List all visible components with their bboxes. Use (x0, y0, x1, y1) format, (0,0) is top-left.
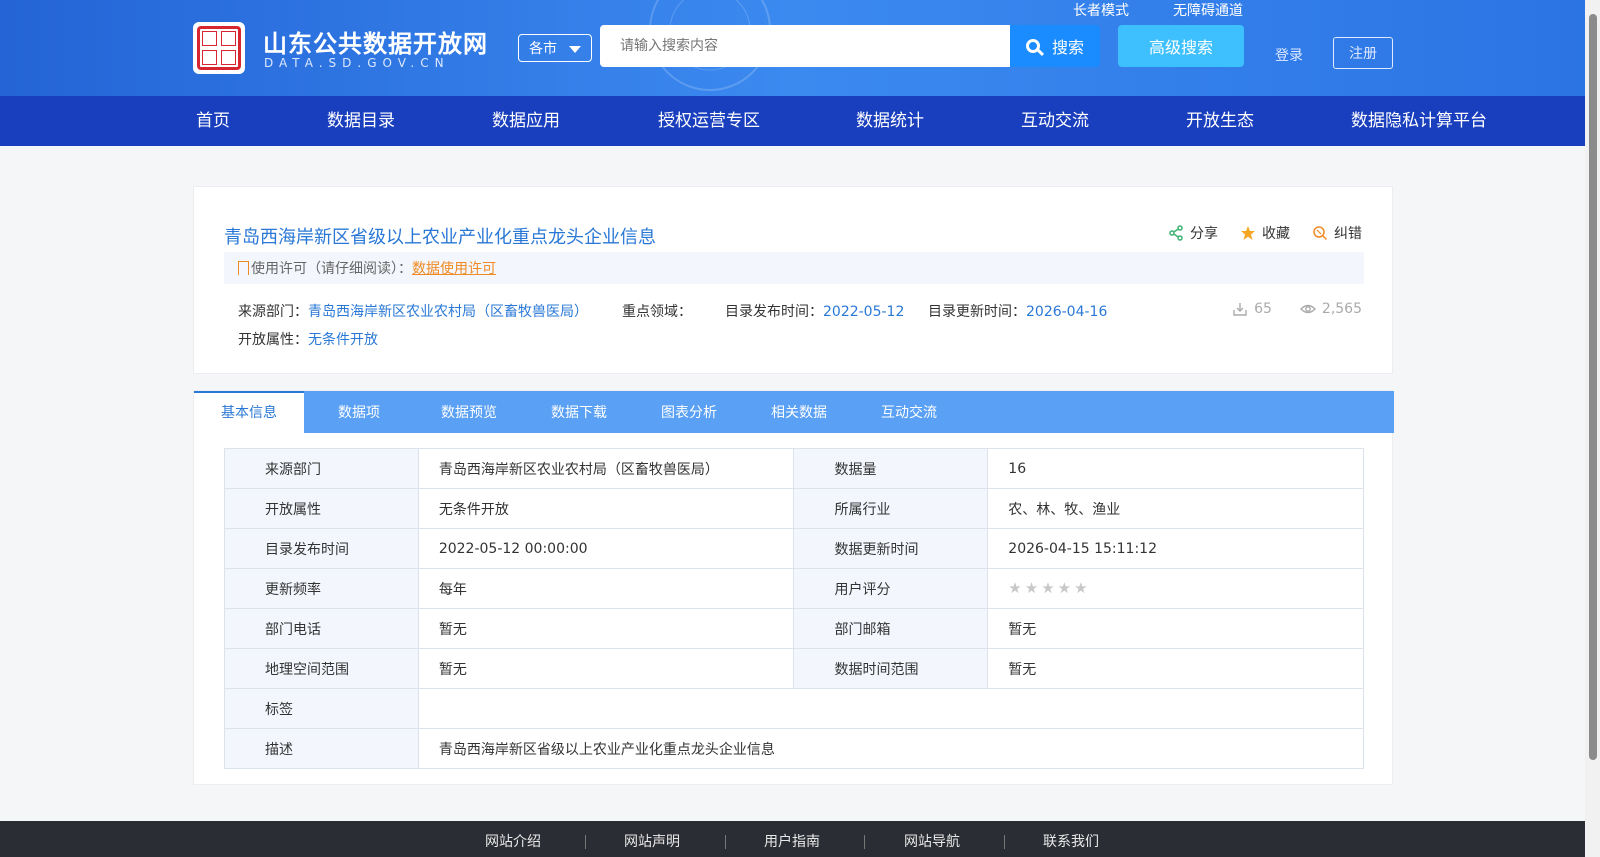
table-row: 地理空间范围 暂无 数据时间范围 暂无 (224, 648, 1364, 689)
nav-item-ecosystem[interactable]: 开放生态 (1186, 96, 1254, 146)
dataset-actions: 分享 收藏 纠错 (1168, 223, 1362, 243)
detail-tabs: 基本信息 数据项 数据预览 数据下载 图表分析 相关数据 互动交流 (194, 391, 1394, 433)
download-icon (1233, 303, 1247, 316)
tag-value (417, 688, 1365, 729)
main-nav: 首页 数据目录 数据应用 授权运营专区 数据统计 互动交流 开放生态 数据隐私计… (0, 96, 1585, 146)
dataset-detail-card: 基本信息 数据项 数据预览 数据下载 图表分析 相关数据 互动交流 来源部门 青… (193, 390, 1394, 785)
share-button[interactable]: 分享 (1168, 223, 1218, 243)
table-row: 开放属性 无条件开放 所属行业 农、林、牧、渔业 (224, 488, 1364, 529)
accessibility-link[interactable]: 无障碍通道 (1173, 0, 1243, 20)
footer-divider (1004, 835, 1005, 849)
dataset-info-card: 青岛西海岸新区省级以上农业产业化重点龙头企业信息 分享 收藏 纠错 使用许可（请… (193, 186, 1393, 374)
search-button-label: 搜索 (1051, 38, 1084, 57)
share-label: 分享 (1190, 226, 1218, 242)
open-attribute: 开放属性：无条件开放 (238, 332, 378, 348)
nav-item-catalog[interactable]: 数据目录 (327, 96, 395, 146)
eye-icon (1299, 304, 1316, 314)
star-icon[interactable]: ★ (1008, 581, 1021, 596)
tab-data-items[interactable]: 数据项 (304, 391, 414, 433)
elder-mode-link[interactable]: 长者模式 (1073, 0, 1129, 20)
caret-down-icon (569, 46, 581, 53)
page-scrollbar[interactable] (1585, 0, 1600, 857)
region-select[interactable]: 各市 (518, 34, 592, 62)
source-department: 来源部门：青岛西海岸新区农业农村局（区畜牧兽医局） (238, 304, 588, 320)
footer-link-guide[interactable]: 用户指南 (764, 831, 820, 851)
nav-item-interaction[interactable]: 互动交流 (1021, 96, 1089, 146)
table-row: 描述 青岛西海岸新区省级以上农业产业化重点龙头企业信息 (224, 728, 1365, 769)
login-link[interactable]: 登录 (1275, 45, 1303, 65)
table-row: 标签 (224, 688, 1365, 729)
star-icon[interactable]: ★ (1025, 581, 1038, 596)
footer-divider (585, 835, 586, 849)
license-prefix: 使用许可（请仔细阅读）： (251, 261, 412, 277)
site-header: 山东公共数据开放网 DATA.SD.GOV.CN 各市 搜索 高级搜索 长者模式… (0, 0, 1585, 96)
scrollbar-thumb[interactable] (1589, 14, 1597, 760)
footer-link-statement[interactable]: 网站声明 (624, 831, 680, 851)
star-icon[interactable]: ★ (1074, 581, 1087, 596)
tab-basic-info[interactable]: 基本信息 (194, 391, 304, 433)
tab-data-download[interactable]: 数据下载 (524, 391, 634, 433)
footer-divider (864, 835, 865, 849)
user-rating[interactable]: ★ ★ ★ ★ ★ (987, 568, 1364, 609)
nav-item-apps[interactable]: 数据应用 (492, 96, 560, 146)
view-count: 2,565 (1299, 301, 1362, 317)
license-link[interactable]: 数据使用许可 (412, 258, 496, 278)
basic-info-table: 来源部门 青岛西海岸新区农业农村局（区畜牧兽医局） 数据量 16 开放属性 无条… (224, 448, 1365, 769)
nav-item-authorized-ops[interactable]: 授权运营专区 (658, 96, 760, 146)
table-row: 来源部门 青岛西海岸新区农业农村局（区畜牧兽医局） 数据量 16 (224, 448, 1364, 489)
key-domain: 重点领域： (622, 304, 692, 320)
register-button[interactable]: 注册 (1333, 37, 1393, 69)
table-row: 更新频率 每年 用户评分 ★ ★ ★ ★ ★ (224, 568, 1364, 609)
footer-divider (725, 835, 726, 849)
tab-interaction[interactable]: 互动交流 (854, 391, 964, 433)
description-value: 青岛西海岸新区省级以上农业产业化重点龙头企业信息 (417, 728, 1365, 769)
dataset-stats: 65 2,565 (1232, 301, 1362, 317)
update-time: 目录更新时间：2026-04-16 (928, 304, 1108, 320)
report-icon (1313, 226, 1328, 241)
license-bar: 使用许可（请仔细阅读）： 数据使用许可 (224, 252, 1364, 284)
nav-item-home[interactable]: 首页 (196, 96, 230, 146)
search-button[interactable]: 搜索 (1010, 25, 1100, 67)
footer-link-about[interactable]: 网站介绍 (485, 831, 541, 851)
region-select-label: 各市 (529, 41, 557, 57)
table-row: 目录发布时间 2022-05-12 00:00:00 数据更新时间 2026-0… (224, 528, 1364, 569)
footer-link-sitemap[interactable]: 网站导航 (904, 831, 960, 851)
open-attribute-value: 无条件开放 (308, 332, 378, 348)
star-icon[interactable]: ★ (1058, 581, 1071, 596)
tab-chart-analysis[interactable]: 图表分析 (634, 391, 744, 433)
site-footer: 网站介绍 网站声明 用户指南 网站导航 联系我们 (0, 821, 1585, 857)
search-input[interactable] (600, 25, 1010, 67)
source-department-link[interactable]: 青岛西海岸新区农业农村局（区畜牧兽医局） (308, 304, 588, 320)
publish-time: 目录发布时间：2022-05-12 (725, 304, 905, 320)
rating-stars[interactable]: ★ ★ ★ ★ ★ (1008, 581, 1363, 596)
search-icon (1025, 39, 1040, 53)
star-icon[interactable]: ★ (1041, 581, 1054, 596)
favorite-button[interactable]: 收藏 (1240, 223, 1290, 243)
nav-item-statistics[interactable]: 数据统计 (856, 96, 924, 146)
tab-data-preview[interactable]: 数据预览 (414, 391, 524, 433)
share-icon (1169, 225, 1183, 241)
dataset-title: 青岛西海岸新区省级以上农业产业化重点龙头企业信息 (224, 227, 656, 248)
report-error-button[interactable]: 纠错 (1312, 223, 1362, 243)
star-icon (1241, 226, 1255, 240)
report-label: 纠错 (1334, 226, 1362, 242)
site-logo[interactable] (193, 22, 245, 74)
nav-item-privacy-computing[interactable]: 数据隐私计算平台 (1351, 96, 1487, 146)
download-count: 65 (1232, 301, 1272, 317)
bookmark-icon (238, 261, 249, 275)
tab-related-data[interactable]: 相关数据 (744, 391, 854, 433)
advanced-search-button[interactable]: 高级搜索 (1118, 25, 1244, 67)
footer-link-contact[interactable]: 联系我们 (1043, 831, 1099, 851)
table-row: 部门电话 暂无 部门邮箱 暂无 (224, 608, 1364, 649)
site-domain: DATA.SD.GOV.CN (264, 56, 450, 70)
favorite-label: 收藏 (1262, 226, 1290, 242)
site-title[interactable]: 山东公共数据开放网 (263, 24, 488, 59)
